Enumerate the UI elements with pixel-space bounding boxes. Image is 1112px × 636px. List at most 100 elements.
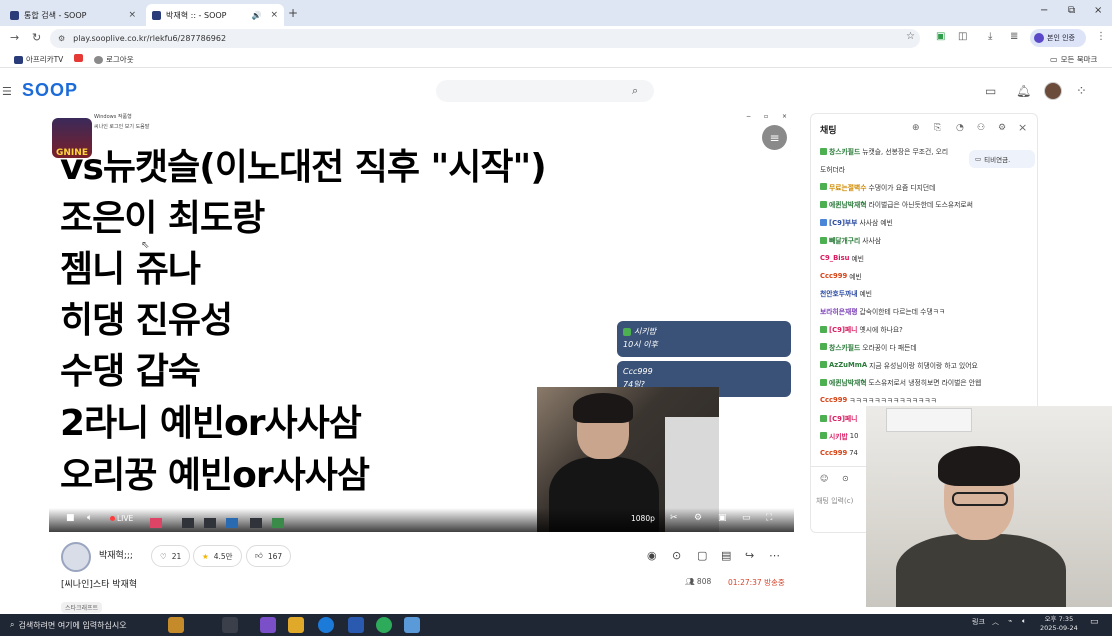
- chat-nick[interactable]: 에퀸남박재혁: [829, 377, 867, 387]
- app-icon[interactable]: [376, 617, 392, 633]
- site-info-icon[interactable]: ⚙: [58, 34, 65, 43]
- taskbar-widget-icon[interactable]: [168, 617, 184, 633]
- stop-button-icon[interactable]: ■: [66, 513, 75, 523]
- fullscreen-icon[interactable]: ⛶: [766, 513, 772, 523]
- notification-center-icon[interactable]: ▭: [1090, 617, 1099, 627]
- chat-nick[interactable]: 천안호두까내: [820, 288, 858, 298]
- chat-close-icon[interactable]: ×: [1018, 121, 1027, 134]
- chat-nick[interactable]: 에퀸남박재혁: [829, 199, 867, 209]
- more-menu-icon[interactable]: ⋮: [1096, 31, 1106, 42]
- emoji-icon[interactable]: ☺: [820, 474, 828, 483]
- extensions-puzzle-icon[interactable]: ◫: [958, 31, 967, 42]
- profile-button[interactable]: 본인 인증: [1030, 29, 1086, 47]
- chat-message: Ccc999 예빈: [820, 271, 862, 281]
- broadcast-text-line: 히댕 진유성: [60, 300, 233, 341]
- tray-volume-icon[interactable]: 🔈︎: [1022, 617, 1026, 626]
- reading-list-icon[interactable]: ≣: [1010, 31, 1018, 42]
- chat-nick[interactable]: AzZuMmA: [829, 361, 867, 369]
- chat-nick[interactable]: [C9]페니: [829, 413, 857, 423]
- chrome-icon[interactable]: [348, 617, 364, 633]
- bookmark-item[interactable]: 로그아웃: [94, 54, 134, 65]
- hamburger-menu-icon[interactable]: ☰: [2, 85, 12, 98]
- chat-nick[interactable]: 빼달개구리: [829, 235, 860, 245]
- calendar-icon[interactable]: ▤: [721, 549, 731, 562]
- chat-nick[interactable]: 창스카필드: [829, 146, 860, 156]
- streamer-name[interactable]: 박재혁;;;: [99, 548, 133, 561]
- clip-icon[interactable]: ✂: [670, 513, 678, 523]
- chat-message: 도허더라: [820, 164, 845, 174]
- chat-nick[interactable]: 보라히은재평: [820, 306, 858, 316]
- close-window-button[interactable]: ×: [1094, 5, 1102, 16]
- copilot-icon[interactable]: [260, 617, 276, 633]
- user-avatar[interactable]: [1044, 82, 1062, 100]
- task-view-icon[interactable]: [222, 617, 238, 633]
- notification-bell-icon[interactable]: 🔔︎: [1016, 84, 1031, 98]
- bookmark-item[interactable]: [74, 54, 83, 62]
- bookmark-star-icon[interactable]: ☆: [906, 31, 915, 42]
- site-search-input[interactable]: [436, 80, 654, 102]
- chat-nick[interactable]: Ccc999: [820, 449, 847, 457]
- chat-users-icon[interactable]: ⚇: [977, 123, 985, 133]
- tray-network-icon[interactable]: ⌁: [1008, 617, 1012, 625]
- share-icon[interactable]: ↪: [745, 549, 754, 562]
- chat-nick[interactable]: Ccc999: [820, 396, 847, 404]
- new-tab-button[interactable]: +: [288, 6, 298, 20]
- subscribe-button[interactable]: ♡ 21: [151, 545, 191, 567]
- theater-mode-icon[interactable]: ▭: [742, 513, 751, 523]
- overlay-chat-bubble: 시키밥 10시 이후: [617, 321, 791, 357]
- tab-stream[interactable]: 박재혁 :: - SOOP 🔊 ×: [146, 4, 284, 26]
- chat-nick[interactable]: [C9]부부: [829, 217, 857, 227]
- volume-icon[interactable]: 🔈︎: [87, 513, 92, 523]
- restore-button[interactable]: ⧉: [1068, 5, 1075, 16]
- chat-nick[interactable]: Ccc999: [820, 272, 847, 280]
- like-button[interactable]: 👍︎ 167: [246, 545, 292, 567]
- url-bar[interactable]: ⚙ play.sooplive.co.kr/rlekfu6/287786962: [50, 29, 920, 48]
- bookmarks-bar: [0, 50, 1112, 68]
- broadcast-icon[interactable]: ▭: [985, 84, 996, 98]
- file-explorer-icon[interactable]: [288, 617, 304, 633]
- forward-icon[interactable]: →: [10, 31, 19, 44]
- speaker-icon[interactable]: 🔊: [251, 11, 261, 20]
- extension-icon[interactable]: ▣: [936, 31, 945, 42]
- quality-label[interactable]: 1080p: [631, 514, 655, 523]
- ad-icon[interactable]: ⊙: [672, 549, 681, 562]
- chat-input[interactable]: 채팅 입력(c): [816, 496, 868, 516]
- streamer-avatar[interactable]: [61, 542, 91, 572]
- apps-grid-icon[interactable]: ⁘: [1076, 84, 1087, 99]
- search-icon[interactable]: ⌕: [632, 84, 638, 98]
- soop-logo[interactable]: SOOP: [22, 80, 78, 101]
- chat-nick[interactable]: 무료는절벽수: [829, 182, 867, 192]
- player-menu-icon[interactable]: ≡: [762, 125, 787, 150]
- chat-mission-icon[interactable]: ◔: [956, 123, 964, 133]
- chat-copy-icon[interactable]: ⎘: [934, 123, 941, 133]
- edge-icon[interactable]: [318, 617, 334, 633]
- chat-nick[interactable]: [C9]페니: [829, 324, 857, 334]
- badge-icon: [623, 327, 631, 336]
- taskbar-clock[interactable]: 오후 7:35 2025-09-24: [1040, 615, 1078, 633]
- bookmark-item[interactable]: 아프리카TV: [14, 54, 63, 65]
- sticker-icon[interactable]: ▢: [697, 549, 707, 562]
- reload-icon[interactable]: ↻: [32, 31, 41, 44]
- tray-chevron-icon[interactable]: ︿: [992, 617, 999, 627]
- ad-balloon-icon[interactable]: ⊙: [842, 474, 849, 483]
- chat-nick[interactable]: 시키밥: [829, 431, 848, 441]
- tab-search[interactable]: 통합 검색 - SOOP ×: [4, 4, 142, 26]
- download-icon[interactable]: ⤓: [988, 31, 992, 42]
- category-tag[interactable]: 스타크래프트: [61, 602, 103, 613]
- bubble-nick: 시키밥: [634, 327, 657, 336]
- location-icon[interactable]: ◉: [647, 549, 657, 562]
- chat-emote-icon[interactable]: ⊕: [912, 123, 920, 133]
- chat-nick[interactable]: 창스카필드: [829, 342, 860, 352]
- all-bookmarks-button[interactable]: ▭ 모든 북마크: [1050, 54, 1097, 65]
- settings-gear-icon[interactable]: ⚙: [694, 513, 702, 523]
- minimize-button[interactable]: −: [1040, 5, 1048, 16]
- chat-settings-icon[interactable]: ⚙: [998, 123, 1006, 133]
- pip-icon[interactable]: ▣: [718, 513, 727, 523]
- more-options-icon[interactable]: ⋯: [769, 549, 780, 562]
- favorite-button[interactable]: ★ 4.5만: [193, 545, 242, 567]
- tab-close-icon[interactable]: ×: [128, 10, 136, 20]
- tray-link-label[interactable]: 링크: [972, 617, 985, 627]
- notepad-icon[interactable]: [404, 617, 420, 633]
- tab-close-icon[interactable]: ×: [270, 10, 278, 20]
- chat-nick[interactable]: C9_Bisu: [820, 254, 850, 262]
